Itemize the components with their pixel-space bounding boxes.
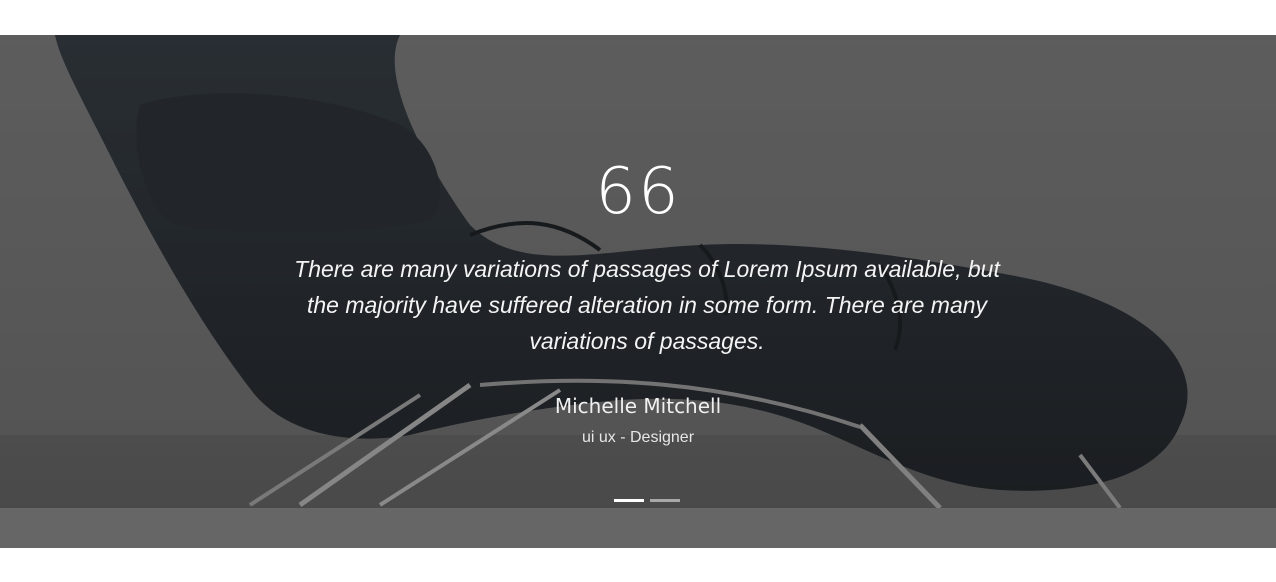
testimonial-text: There are many variations of passages of… [294,256,1000,354]
carousel-dot-2[interactable] [650,499,680,502]
testimonial-section: 66 There are many variations of passages… [0,0,1276,582]
author-name: Michelle Mitchell [554,394,722,418]
testimonial-content: 66 There are many variations of passages… [0,35,1276,508]
carousel-dots [614,499,680,502]
quote-icon: 66 [595,155,681,229]
author-role: ui ux - Designer [581,429,695,446]
carousel-dot-1[interactable] [614,499,644,502]
bottom-strip [0,508,1276,548]
